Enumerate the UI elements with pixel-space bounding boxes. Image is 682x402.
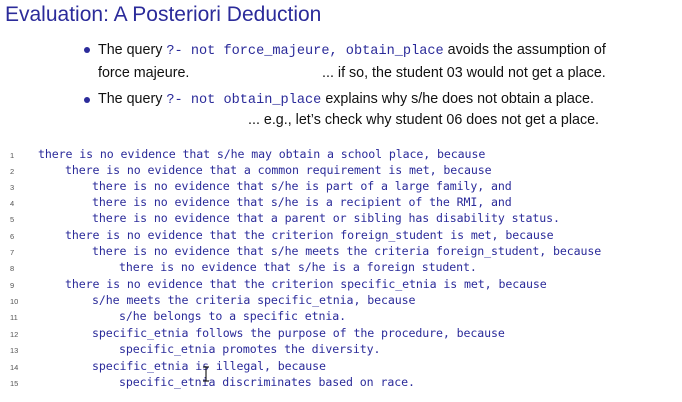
code-line: 9 there is no evidence that the criterio… [0,277,682,293]
line-number: 9 [10,281,15,290]
line-number: 1 [10,151,15,160]
line-number: 5 [10,215,15,224]
code-text: there is no evidence that s/he meets the… [92,244,602,258]
bullet-2-line-2-right: ... e.g., let’s check why student 06 doe… [248,112,599,128]
code-text: there is no evidence that s/he is a reci… [92,195,512,209]
bullet-1-note: ... if so, the student 03 would not get … [322,65,606,81]
code-line: 11 s/he belongs to a specific etnia. [0,309,682,325]
bullet-1-line-2-right: ... if so, the student 03 would not get … [322,65,606,81]
code-text: there is no evidence that a parent or si… [92,211,560,225]
line-number: 2 [10,167,15,176]
bullet-2-code: ?- not obtain_place [166,93,322,108]
bullet-2-pre: The query [98,91,167,107]
bullet-1-code: ?- not force_majeure, obtain_place [166,44,444,59]
bullet-1-continuation: force majeure. [98,65,190,81]
code-line: 13 specific_etnia promotes the diversity… [0,342,682,358]
line-number: 6 [10,232,15,241]
bullet-dot-icon [84,47,90,53]
code-text: there is no evidence that s/he is part o… [92,179,512,193]
line-number: 14 [10,363,19,372]
code-text: specific_etnia discriminates based on ra… [119,375,415,389]
line-number: 10 [10,297,19,306]
code-line: 2 there is no evidence that a common req… [0,163,682,179]
text-cursor-icon [203,366,209,382]
code-text: there is no evidence that the criterion … [65,277,547,291]
line-number: 4 [10,199,15,208]
bullet-2-post: explains why s/he does not obtain a plac… [321,91,594,107]
code-text: s/he belongs to a specific etnia. [119,309,347,323]
bullet-1-pre: The query [98,42,167,58]
code-line: 10 s/he meets the criteria specific_etni… [0,293,682,309]
line-number: 15 [10,379,19,388]
code-line: 5 there is no evidence that a parent or … [0,211,682,227]
code-line: 7 there is no evidence that s/he meets t… [0,244,682,260]
code-line: 6 there is no evidence that the criterio… [0,228,682,244]
line-number: 11 [10,313,18,322]
code-line: 12 specific_etnia follows the purpose of… [0,326,682,342]
line-number: 3 [10,183,15,192]
bullet-dot-icon [84,97,90,103]
bullet-1-line-2-left: force majeure. [98,65,189,81]
code-text: specific_etnia promotes the diversity. [119,342,381,356]
code-text: specific_etnia follows the purpose of th… [92,326,505,340]
line-number: 13 [10,346,19,355]
code-text: there is no evidence that s/he is a fore… [119,260,477,274]
code-text: there is no evidence that a common requi… [65,163,492,177]
code-line: 14 specific_etnia is illegal, because [0,359,682,375]
bullet-2-line-1: The query ?- not obtain_place explains w… [98,91,594,108]
code-line: 4 there is no evidence that s/he is a re… [0,195,682,211]
bullet-1-post: avoids the assumption of [443,42,606,58]
code-line: 8 there is no evidence that s/he is a fo… [0,260,682,276]
code-line: 3 there is no evidence that s/he is part… [0,179,682,195]
code-text: s/he meets the criteria specific_etnia, … [92,293,416,307]
line-number: 8 [10,264,15,273]
line-number: 12 [10,330,19,339]
code-text: there is no evidence that s/he may obtai… [38,147,486,161]
line-number: 7 [10,248,15,257]
code-line: 1 there is no evidence that s/he may obt… [0,147,682,163]
bullet-1-line-1: The query ?- not force_majeure, obtain_p… [98,42,606,59]
code-text: there is no evidence that the criterion … [65,228,554,242]
bullet-2-note: ... e.g., let’s check why student 06 doe… [248,112,600,128]
code-line: 15 specific_etnia discriminates based on… [0,375,682,391]
slide-title: Evaluation: A Posteriori Deduction [5,3,322,26]
